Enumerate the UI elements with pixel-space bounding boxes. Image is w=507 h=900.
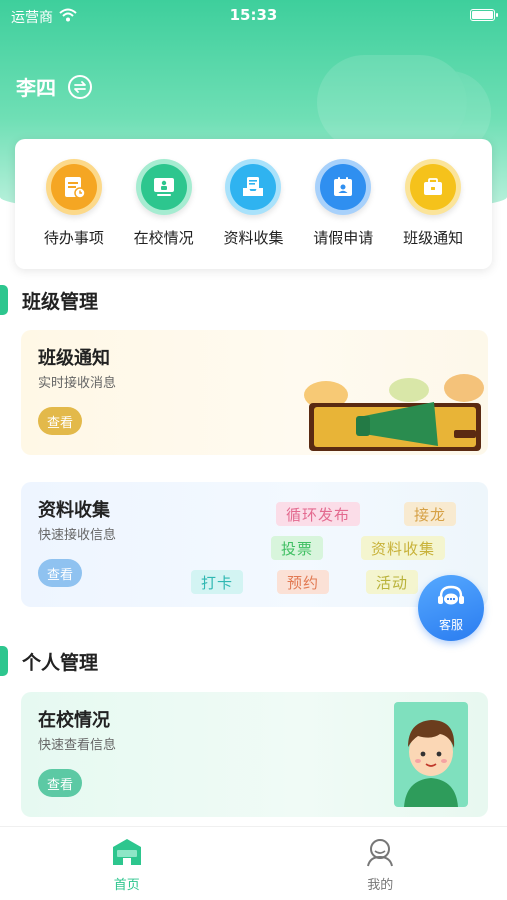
- quick-action-label: 请假申请: [313, 229, 374, 247]
- document-tray-icon: [230, 164, 277, 210]
- quick-action-class-notice[interactable]: 班级通知: [391, 159, 475, 248]
- view-button[interactable]: 查看: [38, 407, 82, 435]
- header-cloud-decoration: [317, 55, 467, 150]
- section-accent-bar: [0, 285, 8, 315]
- battery-fill: [472, 11, 493, 19]
- tab-home[interactable]: 首页: [67, 837, 187, 893]
- section-title: 个人管理: [22, 651, 99, 674]
- status-time: 15:33: [229, 6, 278, 24]
- customer-service-label: 客服: [438, 617, 463, 632]
- switch-account-icon[interactable]: [68, 74, 92, 99]
- status-bar: 运营商 15:33: [0, 0, 507, 30]
- quick-action-label: 资料收集: [223, 229, 284, 247]
- school-status-icon: [140, 164, 187, 210]
- quick-action-label: 班级通知: [403, 229, 464, 247]
- customer-service-button[interactable]: 客服: [418, 575, 484, 641]
- school-status-card[interactable]: 在校情况 快速查看信息 查看: [21, 692, 488, 817]
- section-accent-bar: [0, 646, 8, 676]
- quick-action-leave-request[interactable]: 请假申请: [301, 159, 385, 248]
- class-notice-card[interactable]: 班级通知 实时接收消息 查看: [21, 330, 488, 455]
- view-button[interactable]: 查看: [38, 769, 82, 797]
- headset-chat-icon: [436, 584, 466, 614]
- quick-action-label: 待办事项: [43, 229, 104, 247]
- quick-action-school-status[interactable]: 在校情况: [122, 159, 206, 248]
- tag-activity: 活动: [366, 570, 419, 594]
- home-icon: [110, 837, 144, 871]
- user-name: 李四: [16, 76, 56, 100]
- tab-label: 首页: [113, 878, 140, 893]
- section-title: 班级管理: [22, 290, 99, 313]
- battery-icon: [470, 9, 498, 21]
- card-title: 班级通知: [38, 348, 110, 369]
- card-subtitle: 快速查看信息: [38, 738, 117, 753]
- quick-actions-card: 待办事项 在校情况 资料收集 请假申请 班级通知: [15, 139, 492, 269]
- tag-vote: 投票: [271, 536, 324, 560]
- tag-appointment: 预约: [277, 570, 330, 594]
- quick-action-todo[interactable]: 待办事项: [32, 159, 116, 248]
- card-subtitle: 实时接收消息: [38, 376, 117, 391]
- tab-mine[interactable]: 我的: [320, 837, 440, 893]
- section-personal-management: 个人管理: [0, 646, 98, 676]
- leave-calendar-icon: [320, 164, 367, 210]
- tag-check-in: 打卡: [191, 570, 244, 594]
- card-subtitle: 快速接收信息: [38, 528, 117, 543]
- todo-list-icon: [50, 164, 97, 210]
- tag-data-collection: 资料收集: [361, 536, 446, 560]
- quick-action-label: 在校情况: [133, 229, 194, 247]
- view-button[interactable]: 查看: [38, 559, 82, 587]
- briefcase-notice-icon: [410, 164, 457, 210]
- card-title: 资料收集: [38, 500, 110, 521]
- user-profile-icon: [363, 837, 397, 871]
- tab-label: 我的: [367, 878, 394, 893]
- tag-relay: 接龙: [404, 502, 457, 526]
- megaphone-illustration: [304, 360, 486, 455]
- tag-loop-publish: 循环发布: [276, 502, 361, 526]
- section-class-management: 班级管理: [0, 285, 98, 315]
- card-title: 在校情况: [38, 710, 110, 731]
- student-avatar-illustration: [394, 702, 468, 811]
- data-collection-card[interactable]: 资料收集 快速接收信息 查看 循环发布 接龙 投票 资料收集 打卡 预约 活动: [21, 482, 488, 607]
- bottom-tab-bar: 首页 我的: [0, 826, 507, 900]
- user-row: 李四: [16, 72, 92, 101]
- quick-action-data-collection[interactable]: 资料收集: [211, 159, 295, 248]
